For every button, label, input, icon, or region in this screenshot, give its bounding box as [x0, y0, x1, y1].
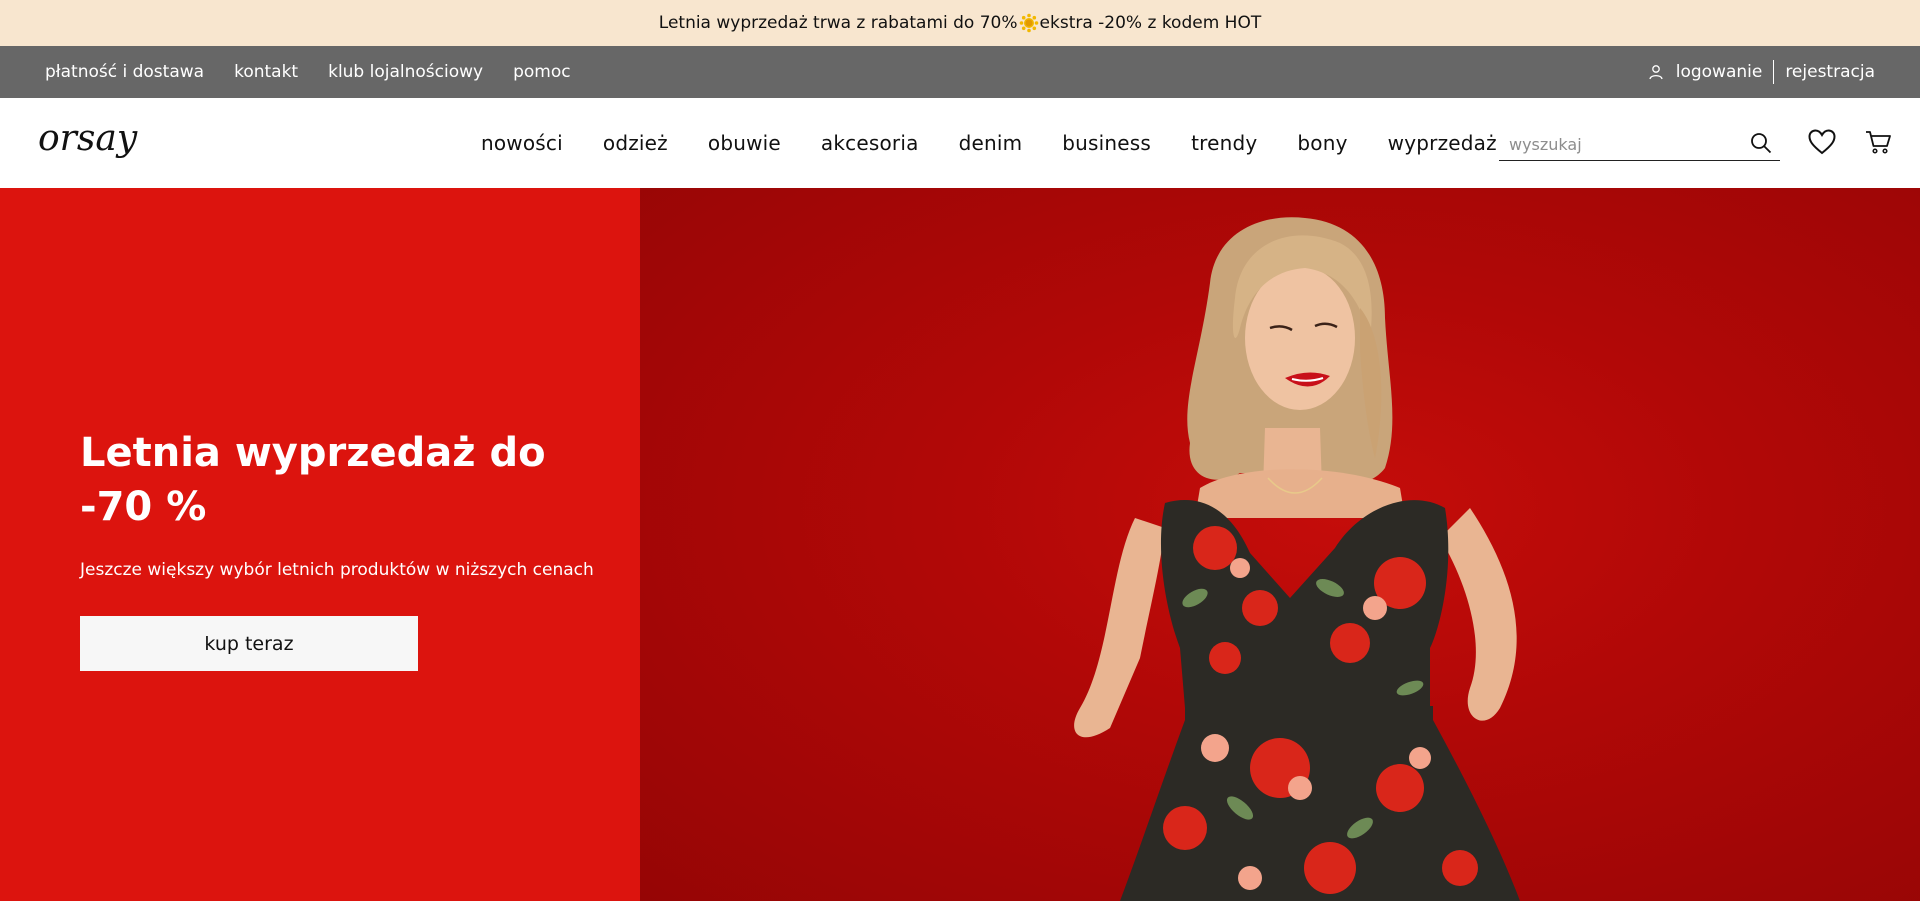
user-icon [1649, 65, 1663, 80]
nav-business[interactable]: business [1062, 131, 1151, 155]
link-payment-delivery[interactable]: płatność i dostawa [45, 62, 204, 82]
sun-icon [1019, 13, 1038, 33]
search-box [1499, 128, 1780, 161]
logo-text: orsay [38, 122, 138, 159]
model-illustration [1074, 217, 1520, 901]
nav-trends[interactable]: trendy [1191, 131, 1257, 155]
heart-icon[interactable] [1808, 129, 1836, 155]
register-link[interactable]: rejestracja [1785, 62, 1875, 82]
utility-bar: płatność i dostawa kontakt klub lojalnoś… [0, 46, 1920, 98]
main-header: orsay nowości odzież obuwie akcesoria de… [0, 98, 1920, 188]
promo-text-after: ekstra -20% z kodem HOT [1039, 13, 1262, 33]
hero-text-panel: Letnia wyprzedaż do -70 % Jeszcze większ… [0, 188, 640, 901]
account-divider [1773, 60, 1775, 84]
main-nav: nowości odzież obuwie akcesoria denim bu… [481, 98, 1497, 188]
hero-title: Letnia wyprzedaż do -70 % [80, 430, 546, 530]
cart-icon[interactable] [1865, 129, 1893, 155]
account-links: logowanie rejestracja [1648, 60, 1875, 84]
utility-links: płatność i dostawa kontakt klub lojalnoś… [45, 62, 571, 82]
nav-accessories[interactable]: akcesoria [821, 131, 919, 155]
promo-text-before: Letnia wyprzedaż trwa z rabatami do 70% [658, 13, 1018, 33]
hero-banner: Letnia wyprzedaż do -70 % Jeszcze większ… [0, 188, 1920, 901]
search-icon[interactable] [1750, 132, 1772, 154]
nav-shoes[interactable]: obuwie [708, 131, 781, 155]
orsay-logo[interactable]: orsay [36, 122, 186, 164]
hero-photo[interactable] [640, 188, 1920, 901]
nav-sale[interactable]: wyprzedaż [1388, 131, 1497, 155]
nav-new[interactable]: nowości [481, 131, 563, 155]
nav-vouchers[interactable]: bony [1297, 131, 1347, 155]
nav-denim[interactable]: denim [959, 131, 1023, 155]
promo-banner[interactable]: Letnia wyprzedaż trwa z rabatami do 70% … [0, 0, 1920, 46]
link-loyalty-club[interactable]: klub lojalnościowy [328, 62, 483, 82]
nav-clothing[interactable]: odzież [603, 131, 668, 155]
link-contact[interactable]: kontakt [234, 62, 298, 82]
login-link[interactable]: logowanie [1676, 62, 1763, 82]
link-help[interactable]: pomoc [513, 62, 571, 82]
shop-now-button[interactable]: kup teraz [80, 616, 418, 671]
hero-subtitle: Jeszcze większy wybór letnich produktów … [80, 560, 594, 580]
search-input[interactable] [1499, 134, 1739, 154]
